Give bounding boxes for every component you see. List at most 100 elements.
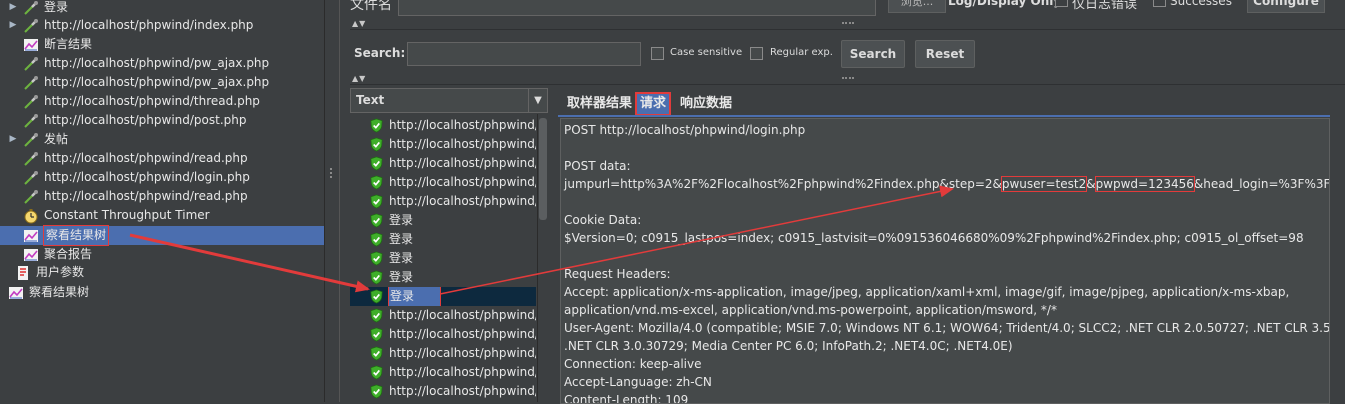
scrollbar-thumb[interactable] [539,118,547,220]
result-row[interactable]: http://localhost/phpwind/ [350,154,536,173]
result-row[interactable]: 登录 [350,230,536,249]
chevron-down-icon[interactable]: ▼ [528,89,547,112]
test-plan-tree[interactable]: ▶ 登录 ▶ http://localhost/phpwind/index.php 断言… [0,0,324,402]
tree-item[interactable]: http://localhost/phpwind/pw_ajax.php [0,54,320,73]
success-shield-icon [369,156,384,171]
pipette-icon [23,56,39,72]
resize-grip-icon[interactable] [842,22,854,28]
result-row[interactable]: 登录 [350,268,536,287]
successes-label: Successes [1170,0,1232,8]
config-icon [15,265,31,281]
tree-item-label: http://localhost/phpwind/pw_ajax.php [44,75,270,89]
result-row-label: 登录 [389,213,414,227]
renderer-select[interactable]: Text ▼ [350,88,548,113]
tree-item[interactable]: 断言结果 [0,35,320,54]
tree-item[interactable]: ▶ 发帖 [0,130,320,149]
tree-item-label: http://localhost/phpwind/thread.php [44,94,260,108]
tree-item[interactable]: ▶ 登录 [0,0,320,17]
search-label: Search: [354,46,406,60]
success-shield-icon [369,308,384,323]
result-row[interactable]: http://localhost/phpwind/inc [350,344,536,363]
result-row[interactable]: http://localhost/phpwind/ [350,173,536,192]
tab-request[interactable]: 请求 [634,92,672,116]
collapse-arrows-icon[interactable]: ▲▼ [352,74,366,83]
configure-button[interactable]: Configure [1247,0,1325,13]
errors-checkbox[interactable] [1055,0,1068,7]
result-row[interactable]: http://localhost/phpwind/ [350,116,536,135]
tree-item-label: http://localhost/phpwind/pw_ajax.php [44,56,270,70]
filename-input[interactable] [398,0,876,16]
expand-arrow-icon[interactable]: ▶ [8,0,18,17]
graph-icon [23,247,39,263]
resize-grip-icon[interactable] [842,77,854,83]
tree-item[interactable]: 察看结果树 [0,225,324,246]
tab-response-data[interactable]: 响应数据 [677,94,735,114]
expand-arrow-icon[interactable]: ▶ [8,130,18,149]
result-row[interactable]: http://localhost/phpwind/inc [350,306,536,325]
collapse-arrows-icon[interactable]: ▲▼ [352,19,366,28]
reset-button[interactable]: Reset [915,40,975,68]
result-row-label: http://localhost/phpwind/ [389,156,536,170]
result-row[interactable]: http://localhost/phpwind/inc [350,325,536,344]
expand-arrow-icon[interactable]: ▶ [8,16,18,35]
case-sensitive-checkbox[interactable] [651,47,664,60]
log-display-only-label: Log/Display Only: [948,0,1066,8]
search-row: Search: Case sensitive Regular exp. Sear… [350,36,1345,70]
tree-item-label: 发帖 [44,132,69,146]
tree-item[interactable]: 察看结果树 [0,283,320,302]
pipette-icon [23,94,39,110]
result-row[interactable]: 登录 [350,287,536,306]
tree-item[interactable]: 聚合报告 [0,245,320,264]
highlight-pwpwd: pwpwd=123456 [1094,176,1195,192]
browse-button[interactable]: 浏览... [888,0,946,13]
tree-item[interactable]: http://localhost/phpwind/read.php [0,187,320,206]
pipette-icon [23,0,39,16]
request-text-area[interactable]: POST http://localhost/phpwind/login.php P… [560,118,1330,404]
result-row-label: http://localhost/phpwind/ [389,194,536,208]
search-input[interactable] [407,42,641,66]
search-button[interactable]: Search [841,40,905,68]
tree-item[interactable]: http://localhost/phpwind/read.php [0,149,320,168]
tree-item-label: 聚合报告 [44,247,93,261]
result-row-label: http://localhost/phpwind/inc [389,365,536,379]
tab-sampler-result[interactable]: 取样器结果 [564,94,635,114]
tree-item-label: 察看结果树 [42,225,110,246]
request-text-line: User-Agent: Mozilla/4.0 (compatible; MSI… [564,321,1330,335]
successes-checkbox[interactable] [1153,0,1166,7]
case-sensitive-label: Case sensitive [670,47,743,58]
success-shield-icon [369,118,384,133]
result-list-panel: Text ▼ http://localhost/phpwind/http://l… [350,88,548,402]
tree-item[interactable]: ▶ http://localhost/phpwind/index.php [0,16,320,35]
result-row[interactable]: http://localhost/phpwind/ [350,135,536,154]
success-shield-icon [369,194,384,209]
result-row-label: 登录 [389,270,414,284]
result-row[interactable]: http://localhost/phpwind/inc [350,363,536,382]
regular-exp-checkbox[interactable] [750,47,763,60]
tree-item-label: Constant Throughput Timer [44,208,210,222]
tree-item[interactable]: http://localhost/phpwind/login.php [0,168,320,187]
result-row-label: http://localhost/phpwind/ [389,118,536,132]
result-row[interactable]: 登录 [350,249,536,268]
post-data-prefix: jumpurl=http%3A%2F%2Flocalhost%2Fphpwind… [564,177,1002,191]
tree-item[interactable]: http://localhost/phpwind/post.php [0,111,320,130]
tree-item[interactable]: 用户参数 [0,263,320,282]
result-row[interactable]: http://localhost/phpwind/ [350,192,536,211]
result-row-label: 登录 [387,287,442,306]
list-scrollbar[interactable] [537,114,548,402]
pipette-icon [23,18,39,34]
request-text-line: Content-Length: 109 [564,393,689,404]
tree-item[interactable]: http://localhost/phpwind/pw_ajax.php [0,73,320,92]
result-list[interactable]: http://localhost/phpwind/http://localhos… [350,114,536,402]
request-text-line: application/vnd.ms-excel, application/vn… [564,303,1057,317]
result-row[interactable]: 登录 [350,211,536,230]
request-text-line: $Version=0; c0915_lastpos=index; c0915_l… [564,231,1304,245]
errors-label: 仅日志错误 [1072,0,1138,12]
success-shield-icon [369,346,384,361]
stopwatch-icon [23,208,39,224]
vertical-splitter[interactable] [324,0,340,402]
result-row[interactable]: http://localhost/phpwind/inc [350,382,536,401]
result-row-label: http://localhost/phpwind/ [389,137,536,151]
tree-item[interactable]: http://localhost/phpwind/thread.php [0,92,320,111]
result-row-label: http://localhost/phpwind/ [389,175,536,189]
tree-item[interactable]: Constant Throughput Timer [0,206,320,225]
